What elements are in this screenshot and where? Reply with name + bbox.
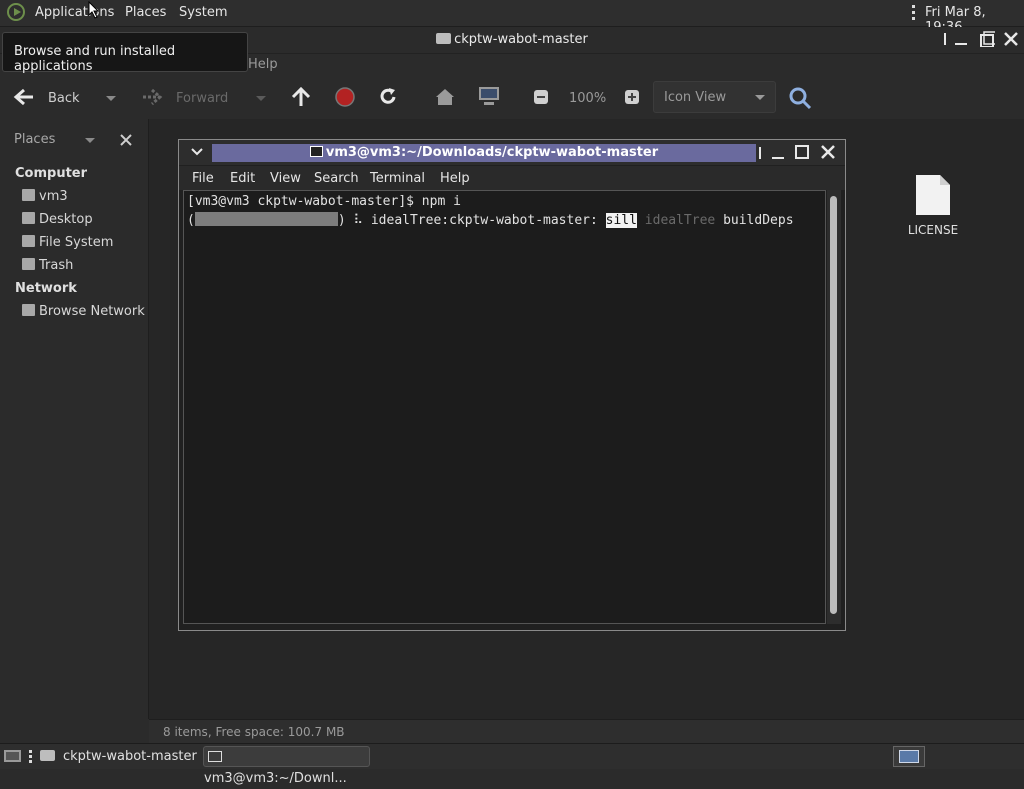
terminal-line-command: [vm3@vm3 ckptw-wabot-master]$ npm i: [187, 194, 461, 209]
sidebar-item-desktop[interactable]: Desktop: [22, 212, 93, 227]
sidebar-item-trash[interactable]: Trash: [22, 258, 73, 273]
search-icon[interactable]: [788, 86, 812, 110]
terminal-close-button[interactable]: [820, 144, 836, 160]
desktop-folder-icon: [22, 212, 35, 224]
bottom-panel: ckptw-wabot-master vm3@vm3:~/Downl...: [0, 743, 1024, 786]
terminal-maximize-button[interactable]: [794, 144, 810, 160]
terminal-menu-edit[interactable]: Edit: [230, 171, 255, 186]
places-menu[interactable]: Places: [125, 5, 166, 20]
sidebar-header[interactable]: Places: [14, 132, 55, 147]
progress-bar: [194, 212, 338, 226]
terminal-menu-help[interactable]: Help: [440, 171, 470, 186]
terminal-window: vm3@vm3:~/Downloads/ckptw-wabot-master F…: [178, 139, 846, 631]
window-resize-handle-icon[interactable]: [757, 145, 763, 161]
forward-history-chevron-down-icon[interactable]: [256, 96, 266, 101]
forward-button[interactable]: Forward: [176, 91, 228, 106]
taskbar-handle-icon[interactable]: [29, 750, 32, 763]
log-level-badge: sill: [605, 213, 637, 228]
reload-icon[interactable]: [377, 86, 399, 108]
home-folder-icon: [22, 189, 35, 201]
workspace-1[interactable]: [899, 750, 919, 763]
taskbar-item-terminal[interactable]: vm3@vm3:~/Downl...: [203, 746, 370, 786]
mouse-cursor-icon: [88, 1, 100, 19]
window-menu-chevron-down-icon[interactable]: [191, 147, 203, 157]
terminal-minimize-button[interactable]: [770, 145, 786, 161]
system-menu[interactable]: System: [179, 5, 227, 20]
places-sidebar: Places Computer vm3 Desktop File System …: [0, 119, 149, 719]
computer-icon[interactable]: [477, 85, 501, 109]
show-desktop-icon[interactable]: [3, 748, 23, 765]
applications-logo-icon[interactable]: [7, 3, 25, 21]
view-mode-select[interactable]: Icon View: [653, 81, 776, 113]
folder-icon: [40, 750, 55, 761]
terminal-menu-view[interactable]: View: [270, 171, 301, 186]
sidebar-item-vm3[interactable]: vm3: [22, 189, 68, 204]
panel-handle-icon[interactable]: [912, 5, 915, 21]
forward-arrow-icon[interactable]: [141, 87, 163, 107]
scrollbar-thumb[interactable]: [830, 196, 837, 614]
home-icon[interactable]: [434, 87, 456, 107]
view-mode-chevron-down-icon: [755, 95, 765, 100]
terminal-icon: [309, 146, 323, 157]
maximize-button[interactable]: [979, 31, 995, 47]
terminal-menu-search[interactable]: Search: [314, 171, 359, 186]
file-item-label: LICENSE: [907, 223, 959, 237]
back-history-chevron-down-icon[interactable]: [106, 96, 116, 101]
workspace-switcher[interactable]: [893, 746, 925, 767]
terminal-icon: [208, 751, 222, 762]
window-menu-icon[interactable]: [937, 31, 953, 47]
window-title: ckptw-wabot-master: [454, 32, 588, 47]
terminal-menubar: File Edit View Search Terminal Help: [179, 166, 845, 190]
sidebar-section-network: Network: [15, 281, 77, 296]
back-button[interactable]: Back: [48, 91, 80, 106]
sidebar-chevron-down-icon[interactable]: [85, 138, 95, 143]
network-icon: [22, 304, 35, 316]
sidebar-close-icon[interactable]: [120, 134, 132, 146]
text-file-icon: [916, 175, 950, 215]
sidebar-section-computer: Computer: [15, 166, 88, 181]
terminal-output[interactable]: [vm3@vm3 ckptw-wabot-master]$ npm i () ⠧…: [183, 190, 826, 624]
sidebar-item-file-system[interactable]: File System: [22, 235, 113, 250]
terminal-title: vm3@vm3:~/Downloads/ckptw-wabot-master: [325, 145, 659, 160]
terminal-menu-terminal[interactable]: Terminal: [370, 171, 425, 186]
terminal-menu-file[interactable]: File: [192, 171, 214, 186]
spinner-icon: ⠧: [353, 213, 364, 228]
terminal-line-progress: () ⠧ idealTree:ckptw-wabot-master: sill …: [187, 212, 794, 228]
status-bar: 8 items, Free space: 100.7 MB: [149, 719, 1024, 744]
status-text: 8 items, Free space: 100.7 MB: [163, 725, 345, 739]
view-mode-value: Icon View: [664, 90, 727, 105]
folder-icon: [436, 33, 452, 44]
trash-icon: [22, 258, 35, 270]
menu-help[interactable]: Help: [248, 57, 278, 72]
tooltip: Browse and run installed applications: [2, 32, 248, 74]
up-arrow-icon[interactable]: [290, 86, 312, 108]
file-manager-toolbar: Back Forward 100% Icon View: [0, 77, 1024, 119]
taskbar-item-file-manager[interactable]: ckptw-wabot-master: [38, 746, 198, 767]
close-button[interactable]: [1003, 31, 1019, 47]
terminal-titlebar[interactable]: vm3@vm3:~/Downloads/ckptw-wabot-master: [179, 140, 845, 165]
file-item-license[interactable]: LICENSE: [901, 173, 965, 237]
top-panel: Applications Places System Fri Mar 8, 19…: [0, 0, 1024, 35]
zoom-out-icon[interactable]: [533, 89, 549, 105]
terminal-scrollbar[interactable]: [827, 190, 841, 624]
sidebar-item-browse-network[interactable]: Browse Network: [22, 304, 145, 319]
minimize-button[interactable]: [953, 31, 969, 47]
drive-icon: [22, 235, 35, 247]
zoom-level: 100%: [569, 91, 607, 106]
back-arrow-icon[interactable]: [13, 87, 35, 107]
applications-menu[interactable]: Applications: [35, 5, 114, 20]
stop-icon[interactable]: [334, 86, 356, 108]
zoom-in-icon[interactable]: [624, 89, 640, 105]
